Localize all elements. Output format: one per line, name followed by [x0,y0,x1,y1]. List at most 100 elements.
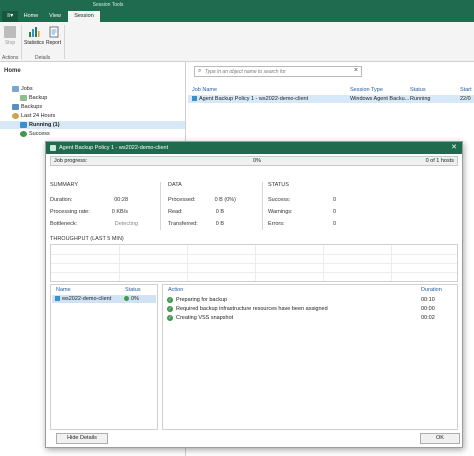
tree-item-jobs[interactable]: Jobs [12,85,33,93]
statistics-label: Statistics [23,40,44,46]
status-cell: Running [410,96,431,102]
ok-button[interactable]: OK [420,433,460,444]
dialog-titlebar: Agent Backup Policy 1 - ws2022-demo-clie… [46,142,462,154]
action-text: Required backup infrastructure resources… [176,306,328,312]
column-header-status[interactable]: Status [410,87,426,93]
backup-icon [20,94,27,101]
tab-view[interactable]: View [44,11,66,22]
read-value: 0 B [215,209,224,215]
tab-session[interactable]: Session [68,11,100,22]
grid-line [187,245,188,281]
progress-percent: 0% [253,158,261,164]
job-icon [192,96,197,102]
action-text: Preparing for backup [176,297,228,303]
history-icon [12,112,19,119]
success-icon: ✓ [167,297,173,303]
bottleneck-value: Detecting [114,221,138,227]
job-icon [50,145,56,151]
computer-icon [55,296,60,302]
action-duration: 00:02 [421,315,435,321]
ribbon-separator [21,25,22,59]
stat-label: Bottleneck: [50,221,78,227]
processed-value: 0 B (0%) [214,197,236,203]
stop-icon [4,26,16,38]
report-button[interactable]: Report [45,26,62,52]
close-icon[interactable]: ✕ [451,142,457,154]
success-value: 0 [332,197,336,203]
vm-status-text: 0% [131,296,139,302]
grid-line [119,245,120,281]
vm-list-panel: Name Status ws2022-demo-client 0% [50,284,158,430]
report-icon [49,26,58,38]
column-header-duration[interactable]: Duration [421,287,442,293]
nav-heading: Home [4,68,21,74]
success-icon: ✓ [167,306,173,312]
progress-label: Job progress: [54,158,88,164]
column-header-name[interactable]: Name [56,287,71,293]
report-label: Report [45,40,61,46]
statistics-icon [29,27,40,37]
statistics-button[interactable]: Statistics [23,26,45,52]
vm-status-cell: 0% [124,296,139,302]
grid-line [255,245,256,281]
tree-item-label: Backup [29,95,48,101]
column-header-action[interactable]: Action [168,287,183,293]
tree-item-backup[interactable]: Backup [20,94,47,102]
progress-hosts: 0 of 1 hosts [425,158,454,164]
stat-label: Warnings: [268,209,293,215]
success-icon [20,130,27,137]
grid-line [323,245,324,281]
stat-label: Errors: [268,221,285,227]
session-details-dialog: Agent Backup Policy 1 - ws2022-demo-clie… [45,141,463,448]
clear-icon[interactable]: × [354,67,358,74]
column-header-status[interactable]: Status [125,287,141,293]
tree-item-label: Running (1) [29,122,60,128]
tree-item-running[interactable]: Running (1) [0,121,185,129]
ribbon-separator [64,25,65,59]
list-item: ✓ Preparing for backup 00:10 [163,296,457,304]
tree-item-label: Last 24 Hours [21,113,56,119]
dialog-title: Agent Backup Policy 1 - ws2022-demo-clie… [59,145,169,151]
action-duration: 00:10 [421,297,435,303]
action-text: Creating VSS snapshot [176,315,234,321]
summary-heading: SUMMARY [50,182,79,188]
main-menu-icon[interactable]: ≡▾ [2,11,18,22]
vm-name-text: ws2022-demo-client [62,296,112,302]
column-header-start[interactable]: Start [460,87,472,93]
context-tab-label: Session Tools [92,2,124,8]
grid-line [51,254,457,255]
stop-button[interactable]: Stop [2,26,18,52]
stop-label: Stop [4,40,16,46]
running-icon [20,121,27,128]
jobs-icon [12,85,19,92]
group-label-details: Details [35,55,51,61]
job-progress-bar: Job progress: 0% 0 of 1 hosts [50,156,458,166]
tree-item-backups[interactable]: Backups [12,103,42,111]
tree-item-label: Success [29,131,50,137]
job-name-cell: Agent Backup Policy 1 - ws2022-demo-clie… [192,96,308,102]
success-icon: ✓ [167,315,173,321]
search-icon: ⌕ [198,68,202,74]
column-header-job-name[interactable]: Job Name [192,87,217,93]
grid-line [51,263,457,264]
search-input[interactable]: ⌕ Type in an object name to search for × [194,66,362,77]
tree-item-label: Jobs [21,86,33,92]
hide-details-button[interactable]: Hide Details [56,433,108,444]
vm-row[interactable]: ws2022-demo-client 0% [52,295,156,303]
stat-label: Processed: [168,197,196,203]
group-label-actions: Actions [2,55,19,61]
tree-item-success[interactable]: Success [20,130,50,138]
tab-home[interactable]: Home [20,11,42,22]
job-name-text: Agent Backup Policy 1 - ws2022-demo-clie… [199,96,309,102]
list-item: ✓ Creating VSS snapshot 00:02 [163,314,457,322]
grid-line [51,272,457,273]
search-placeholder: Type in an object name to search for [205,69,286,75]
start-cell: 22/0 [460,96,471,102]
backups-icon [12,103,19,110]
list-item: ✓ Required backup infrastructure resourc… [163,305,457,313]
column-header-session-type[interactable]: Session Type [350,87,383,93]
section-divider [160,182,161,230]
ribbon-titlebar: Session Tools ≡▾ Home View Session [0,0,474,22]
stat-label: Duration: [50,197,73,203]
tree-item-last-24-hours[interactable]: Last 24 Hours [12,112,55,120]
